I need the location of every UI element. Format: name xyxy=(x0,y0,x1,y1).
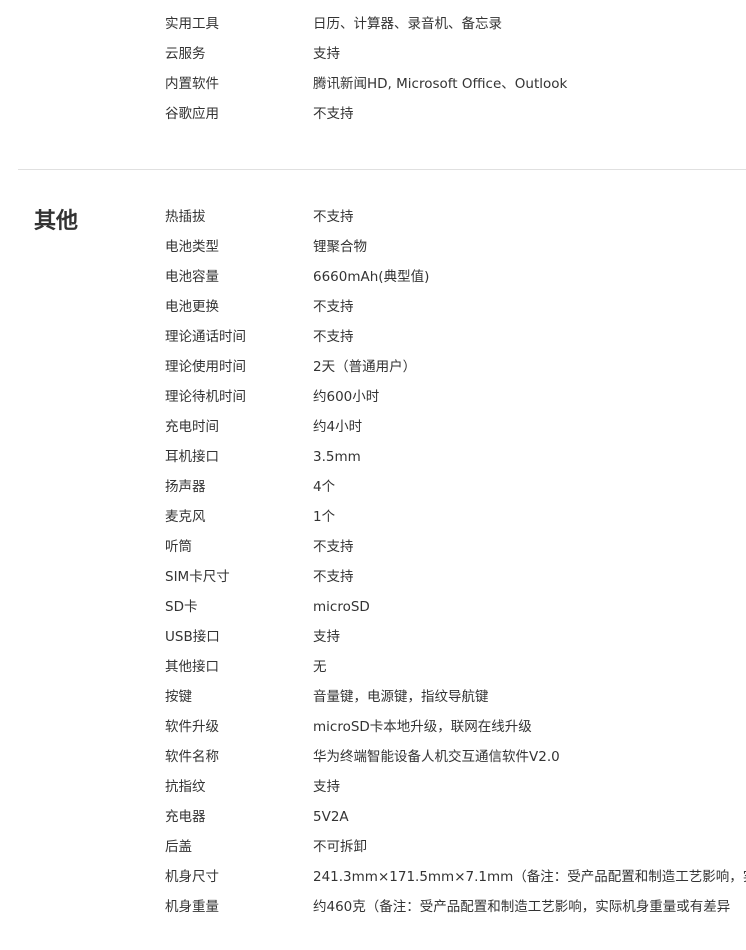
spec-label: 电池类型 xyxy=(165,239,219,255)
spec-value: 支持 xyxy=(313,779,340,795)
spec-value: 腾讯新闻HD, Microsoft Office、Outlook xyxy=(313,76,568,92)
spec-label: 抗指纹 xyxy=(165,779,206,795)
spec-label: 耳机接口 xyxy=(165,449,219,465)
spec-row: 听筒 不支持 xyxy=(0,532,746,562)
spec-value: 约600小时 xyxy=(313,389,380,405)
spec-row: 实用工具 日历、计算器、录音机、备忘录 xyxy=(0,9,746,39)
spec-label: 其他接口 xyxy=(165,659,219,675)
spec-row: SD卡 microSD xyxy=(0,592,746,622)
spec-value: 无 xyxy=(313,659,327,675)
spec-value: microSD卡本地升级，联网在线升级 xyxy=(313,719,532,735)
spec-row: 热插拔 不支持 xyxy=(0,202,746,232)
spec-row: 耳机接口 3.5mm xyxy=(0,442,746,472)
spec-label: 听筒 xyxy=(165,539,192,555)
spec-label: 充电时间 xyxy=(165,419,219,435)
spec-value: 日历、计算器、录音机、备忘录 xyxy=(313,16,502,32)
spec-row: 理论使用时间 2天（普通用户） xyxy=(0,352,746,382)
spec-value: 锂聚合物 xyxy=(313,239,367,255)
spec-row: 后盖 不可拆卸 xyxy=(0,832,746,862)
spec-row: SIM卡尺寸 不支持 xyxy=(0,562,746,592)
spec-label: 充电器 xyxy=(165,809,206,825)
spec-row: 电池更换 不支持 xyxy=(0,292,746,322)
spec-value: 支持 xyxy=(313,46,340,62)
spec-row: 充电时间 约4小时 xyxy=(0,412,746,442)
spec-value: 支持 xyxy=(313,629,340,645)
spec-value: 不支持 xyxy=(313,299,354,315)
spec-row: 电池类型 锂聚合物 xyxy=(0,232,746,262)
spec-label: 软件名称 xyxy=(165,749,219,765)
spec-row: 内置软件 腾讯新闻HD, Microsoft Office、Outlook xyxy=(0,69,746,99)
spec-value: 约460克（备注：受产品配置和制造工艺影响，实际机身重量或有差异 xyxy=(313,899,731,915)
spec-label: 机身重量 xyxy=(165,899,219,915)
spec-label: 理论使用时间 xyxy=(165,359,246,375)
spec-value: 音量键，电源键，指纹导航键 xyxy=(313,689,489,705)
spec-row: 理论待机时间 约600小时 xyxy=(0,382,746,412)
spec-value: 1个 xyxy=(313,509,336,525)
spec-label: SIM卡尺寸 xyxy=(165,569,230,585)
spec-value: 2天（普通用户） xyxy=(313,359,417,375)
spec-value: 不支持 xyxy=(313,539,354,555)
spec-row: 麦克风 1个 xyxy=(0,502,746,532)
spec-row: USB接口 支持 xyxy=(0,622,746,652)
spec-row: 云服务 支持 xyxy=(0,39,746,69)
spec-value: 6660mAh(典型值) xyxy=(313,269,430,285)
spec-label: 谷歌应用 xyxy=(165,106,219,122)
spec-label: 电池更换 xyxy=(165,299,219,315)
spec-label: 理论通话时间 xyxy=(165,329,246,345)
spec-label: 软件升级 xyxy=(165,719,219,735)
spec-row: 按键 音量键，电源键，指纹导航键 xyxy=(0,682,746,712)
spec-label: SD卡 xyxy=(165,599,198,615)
spec-label: 云服务 xyxy=(165,46,206,62)
spec-label: 后盖 xyxy=(165,839,192,855)
spec-row: 谷歌应用 不支持 xyxy=(0,99,746,129)
spec-row: 电池容量 6660mAh(典型值) xyxy=(0,262,746,292)
spec-value: 241.3mm×171.5mm×7.1mm（备注：受产品配置和制造工艺影响，实际 xyxy=(313,869,746,885)
spec-value: 5V2A xyxy=(313,809,349,825)
spec-row: 软件升级 microSD卡本地升级，联网在线升级 xyxy=(0,712,746,742)
spec-label: 扬声器 xyxy=(165,479,206,495)
spec-value: 约4小时 xyxy=(313,419,363,435)
spec-row: 抗指纹 支持 xyxy=(0,772,746,802)
spec-value: 不支持 xyxy=(313,569,354,585)
spec-value: 3.5mm xyxy=(313,449,361,465)
spec-label: USB接口 xyxy=(165,629,220,645)
spec-label: 按键 xyxy=(165,689,192,705)
spec-label: 内置软件 xyxy=(165,76,219,92)
spec-value: 不支持 xyxy=(313,106,354,122)
spec-value: 华为终端智能设备人机交互通信软件V2.0 xyxy=(313,749,560,765)
spec-row: 软件名称 华为终端智能设备人机交互通信软件V2.0 xyxy=(0,742,746,772)
spec-label: 实用工具 xyxy=(165,16,219,32)
spec-label: 麦克风 xyxy=(165,509,206,525)
spec-label: 电池容量 xyxy=(165,269,219,285)
section-divider xyxy=(18,169,746,170)
spec-row: 其他接口 无 xyxy=(0,652,746,682)
spec-label: 理论待机时间 xyxy=(165,389,246,405)
spec-value: 4个 xyxy=(313,479,336,495)
spec-label: 机身尺寸 xyxy=(165,869,219,885)
spec-value: 不支持 xyxy=(313,209,354,225)
spec-row: 理论通话时间 不支持 xyxy=(0,322,746,352)
spec-value: 不支持 xyxy=(313,329,354,345)
spec-value: microSD xyxy=(313,599,370,615)
spec-row: 机身尺寸 241.3mm×171.5mm×7.1mm（备注：受产品配置和制造工艺… xyxy=(0,862,746,892)
spec-label: 热插拔 xyxy=(165,209,206,225)
spec-row: 机身重量 约460克（备注：受产品配置和制造工艺影响，实际机身重量或有差异 xyxy=(0,892,746,922)
spec-row: 扬声器 4个 xyxy=(0,472,746,502)
spec-value: 不可拆卸 xyxy=(313,839,367,855)
spec-row: 充电器 5V2A xyxy=(0,802,746,832)
